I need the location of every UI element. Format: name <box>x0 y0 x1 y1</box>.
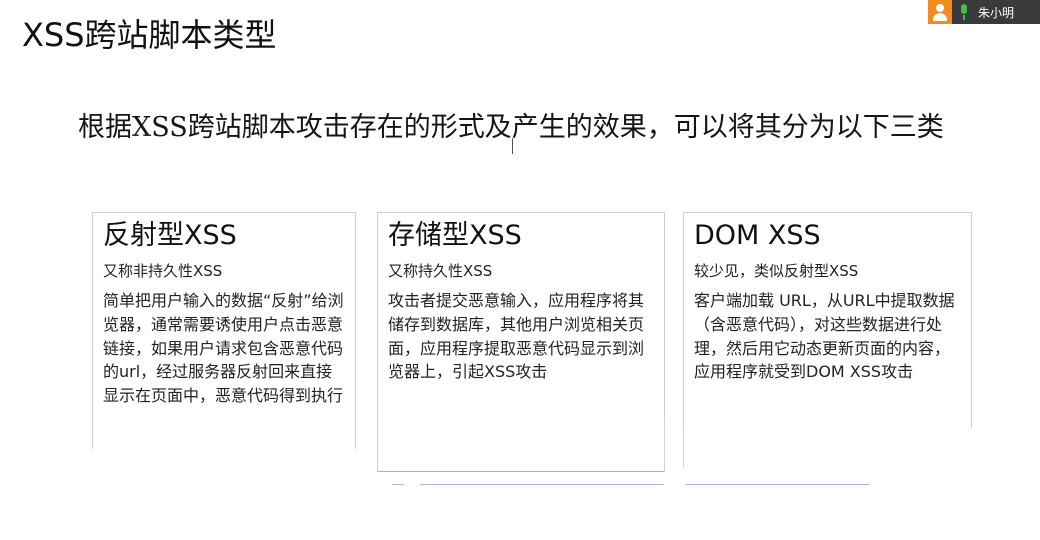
card-body: 简单把用户输入的数据“反射”给浏览器，通常需要诱使用户点击恶意链接，如果用户请求… <box>103 291 344 406</box>
meeting-participant-badge[interactable]: 朱小明 <box>928 0 1040 24</box>
card-title: DOM XSS <box>694 220 821 251</box>
card-title: 反射型XSS <box>103 220 237 251</box>
decorative-divider <box>392 484 404 485</box>
card-body: 攻击者提交恶意输入，应用程序将其储存到数据库，其他用户浏览相关页面，应用程序提取… <box>388 291 645 382</box>
slide-intro-text: 根据XSS跨站脚本攻击存在的形式及产生的效果，可以将其分为以下三类 <box>78 112 944 143</box>
microphone-icon[interactable] <box>952 0 976 24</box>
participant-name: 朱小明 <box>978 5 1015 20</box>
user-avatar-icon <box>928 0 952 24</box>
card-subtitle: 又称持久性XSS <box>388 262 493 280</box>
card-subtitle: 又称非持久性XSS <box>103 262 223 280</box>
decorative-divider <box>420 484 664 485</box>
card-body: 客户端加载 URL，从URL中提取数据（含恶意代码），对这些数据进行处理，然后用… <box>694 291 955 382</box>
decorative-divider <box>664 420 665 470</box>
decorative-divider <box>685 484 870 485</box>
card-subtitle: 较少见，类似反射型XSS <box>694 262 859 280</box>
card-dom-xss: DOM XSS 较少见，类似反射型XSS 客户端加载 URL，从URL中提取数据… <box>683 212 972 428</box>
slide-title: XSS跨站脚本类型 <box>22 16 277 54</box>
text-cursor-icon <box>512 138 513 154</box>
decorative-divider <box>683 428 684 468</box>
card-stored-xss: 存储型XSS 又称持久性XSS 攻击者提交恶意输入，应用程序将其储存到数据库，其… <box>377 212 665 472</box>
card-title: 存储型XSS <box>388 220 522 251</box>
card-reflected-xss: 反射型XSS 又称非持久性XSS 简单把用户输入的数据“反射”给浏览器，通常需要… <box>92 212 356 449</box>
